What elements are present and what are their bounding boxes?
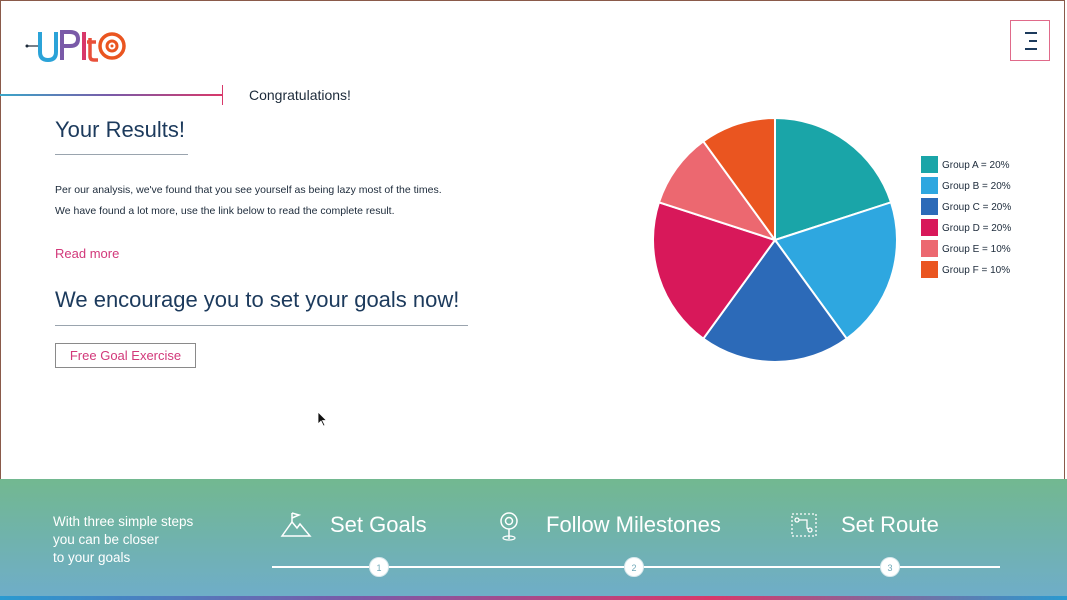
step-label: Follow Milestones (546, 512, 721, 537)
mouse-cursor-icon (317, 411, 328, 427)
legend-label: Group B = 20% (942, 181, 1011, 192)
legend-swatch (921, 177, 938, 194)
encourage-title: We encourage you to set your goals now! (55, 287, 460, 312)
menu-button[interactable] (1010, 20, 1050, 61)
steps-intro: With three simple steps you can be close… (53, 513, 223, 567)
footer-accent-bar (0, 596, 1067, 600)
results-text-line-1: Per our analysis, we've found that you s… (55, 184, 442, 196)
step-label: Set Route (841, 512, 939, 537)
legend-label: Group C = 20% (942, 202, 1012, 213)
legend-label: Group A = 20% (942, 160, 1010, 171)
results-text-line-2: We have found a lot more, use the link b… (55, 205, 395, 217)
legend-swatch (921, 198, 938, 215)
legend-swatch (921, 219, 938, 236)
step-number-2[interactable]: 2 (624, 557, 644, 577)
free-goal-exercise-button[interactable]: Free Goal Exercise (55, 343, 196, 368)
legend-swatch (921, 240, 938, 257)
location-pin-icon (500, 512, 518, 541)
upit-logo[interactable] (24, 24, 134, 70)
mountain-flag-icon (280, 512, 312, 537)
results-title: Your Results! (55, 117, 186, 142)
read-more-link[interactable]: Read more (55, 246, 119, 261)
route-map-icon (791, 513, 817, 537)
steps-intro-line-1: With three simple steps (53, 514, 194, 529)
steps-intro-line-2: you can be closer (53, 532, 159, 547)
step-set-route[interactable]: Set Route (789, 510, 949, 540)
congratulations-label: Congratulations! (249, 87, 351, 103)
step-label: Set Goals (330, 512, 427, 537)
results-divider (55, 154, 188, 155)
step-follow-milestones[interactable]: Follow Milestones (495, 510, 735, 541)
header-rule (0, 94, 222, 96)
legend-label: Group F = 10% (942, 265, 1011, 276)
header-rule-tick (222, 85, 223, 105)
step-number-3[interactable]: 3 (880, 557, 900, 577)
encourage-divider (55, 325, 468, 326)
results-pie-chart (652, 116, 898, 363)
step-set-goals[interactable]: Set Goals (280, 510, 440, 540)
legend-label: Group D = 20% (942, 223, 1012, 234)
step-number-1[interactable]: 1 (369, 557, 389, 577)
legend-swatch (921, 261, 938, 278)
legend-swatch (921, 156, 938, 173)
legend-label: Group E = 10% (942, 244, 1011, 255)
steps-intro-line-3: to your goals (53, 550, 131, 565)
